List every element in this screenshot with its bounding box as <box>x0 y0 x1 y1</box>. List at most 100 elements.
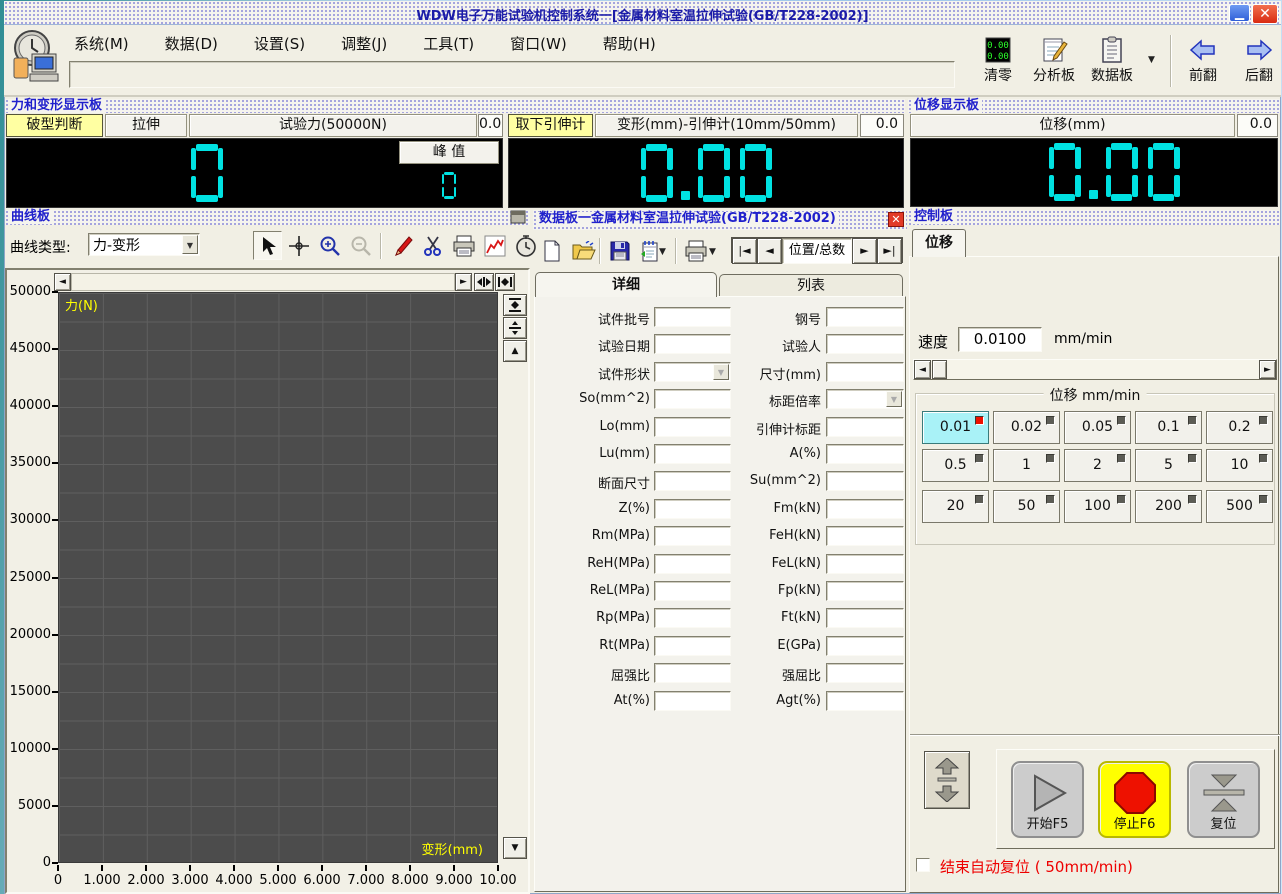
remove-extensometer-button[interactable]: 取下引伸计 <box>508 114 593 137</box>
vscroll-down-button[interactable]: ▼ <box>503 837 527 859</box>
speed-button-200[interactable]: 200 <box>1135 490 1202 523</box>
menu-item-2[interactable]: 数据(D) <box>165 33 218 54</box>
speed-button-0.05[interactable]: 0.05 <box>1064 411 1131 444</box>
speed-button-5[interactable]: 5 <box>1135 449 1202 482</box>
minimize-button[interactable]: ▁ <box>1229 4 1250 22</box>
zoom-in-tool-button[interactable] <box>315 231 344 260</box>
nav-last-button[interactable]: ►| <box>877 238 902 264</box>
field-input-row7-left[interactable] <box>654 471 731 491</box>
field-input-row1-left[interactable] <box>654 307 731 327</box>
fit-width-button[interactable] <box>474 273 494 291</box>
new-record-button[interactable] <box>537 236 566 265</box>
field-input-row11-left[interactable] <box>654 581 731 601</box>
field-input-row7-right[interactable] <box>826 471 904 491</box>
speed-button-0.5[interactable]: 0.5 <box>922 449 989 482</box>
field-input-row5-left[interactable] <box>654 417 731 437</box>
plot-area[interactable]: 力(N) 变形(mm) <box>58 292 498 863</box>
toolbar-data-board[interactable]: 数据板 <box>1084 36 1140 85</box>
field-input-row2-right[interactable] <box>826 334 904 354</box>
field-input-row14-left[interactable] <box>654 663 731 683</box>
print-curve-button[interactable] <box>449 231 478 260</box>
nav-first-button[interactable]: |◄ <box>732 238 757 264</box>
tab-displacement[interactable]: 位移 <box>912 229 966 257</box>
field-input-row15-left[interactable] <box>654 691 731 711</box>
field-input-row11-right[interactable] <box>826 581 904 601</box>
export-dropdown-icon[interactable]: ▼ <box>659 247 666 257</box>
toolbar-clear-zero[interactable]: 0.00 0.00 清零 <box>970 36 1026 85</box>
speed-button-0.2[interactable]: 0.2 <box>1206 411 1273 444</box>
print-report-button[interactable] <box>681 236 710 265</box>
tab-detail[interactable]: 详细 <box>535 272 717 297</box>
curve-chart-button[interactable] <box>480 231 509 260</box>
toolbar-analysis-board[interactable]: 分析板 <box>1026 36 1082 85</box>
vscroll-up-button[interactable]: ▲ <box>503 340 527 362</box>
nav-prev-button[interactable]: ◄ <box>757 238 782 264</box>
speed-button-10[interactable]: 10 <box>1206 449 1273 482</box>
hscroll-right-button[interactable]: ► <box>455 273 472 291</box>
field-input-row3-right[interactable] <box>826 362 904 382</box>
field-input-row6-right[interactable] <box>826 444 904 464</box>
hscroll-track[interactable] <box>71 273 455 291</box>
toolbar-next-page[interactable]: 后翻 <box>1236 36 1282 85</box>
menu-item-6[interactable]: 窗口(W) <box>510 33 567 54</box>
speed-button-0.1[interactable]: 0.1 <box>1135 411 1202 444</box>
speed-slider[interactable]: ◄ ► <box>913 359 1277 380</box>
toolbar-dropdown-icon[interactable]: ▼ <box>1148 55 1155 65</box>
combo-chevron-down-icon[interactable]: ▼ <box>713 364 729 380</box>
speed-button-500[interactable]: 500 <box>1206 490 1273 523</box>
auto-reset-checkbox[interactable] <box>916 858 930 872</box>
center-height-button[interactable] <box>503 317 527 339</box>
toolbar-prev-page[interactable]: 前翻 <box>1180 36 1226 85</box>
slider-thumb[interactable] <box>932 360 947 379</box>
slider-left-button[interactable]: ◄ <box>914 360 931 379</box>
open-file-button[interactable] <box>569 236 598 265</box>
field-input-row9-right[interactable] <box>826 526 904 546</box>
hscroll-left-button[interactable]: ◄ <box>54 273 71 291</box>
curve-type-select[interactable]: 力-变形 ▼ <box>88 233 200 256</box>
tensile-button[interactable]: 拉伸 <box>105 114 187 137</box>
zoom-out-tool-button[interactable] <box>346 231 375 260</box>
field-input-row8-left[interactable] <box>654 499 731 519</box>
speed-button-2[interactable]: 2 <box>1064 449 1131 482</box>
speed-button-20[interactable]: 20 <box>922 490 989 523</box>
speed-input[interactable]: 0.0100 <box>958 327 1042 352</box>
reset-button[interactable]: 复位 <box>1187 761 1260 838</box>
fit-height-button[interactable] <box>503 294 527 316</box>
field-input-row8-right[interactable] <box>826 499 904 519</box>
field-input-row4-left[interactable] <box>654 389 731 409</box>
data-panel-close-button[interactable]: ✕ <box>888 212 904 227</box>
nav-next-button[interactable]: ► <box>852 238 877 264</box>
field-input-row9-left[interactable] <box>654 526 731 546</box>
combo-chevron-down-icon[interactable]: ▼ <box>886 391 902 407</box>
speed-button-50[interactable]: 50 <box>993 490 1060 523</box>
speed-button-0.02[interactable]: 0.02 <box>993 411 1060 444</box>
restore-window-icon[interactable] <box>510 210 526 224</box>
field-input-row5-right[interactable] <box>826 417 904 437</box>
print-dropdown-icon[interactable]: ▼ <box>709 247 716 257</box>
cut-tool-button[interactable] <box>418 231 447 260</box>
field-input-row14-right[interactable] <box>826 663 904 683</box>
speed-button-100[interactable]: 100 <box>1064 490 1131 523</box>
field-input-row2-left[interactable] <box>654 334 731 354</box>
combo-chevron-down-icon[interactable]: ▼ <box>182 235 198 254</box>
field-input-row10-left[interactable] <box>654 554 731 574</box>
slider-right-button[interactable]: ► <box>1259 360 1276 379</box>
jog-button[interactable] <box>924 751 970 809</box>
tab-list[interactable]: 列表 <box>719 274 903 297</box>
stop-button[interactable]: 停止F6 <box>1098 761 1171 838</box>
menu-item-7[interactable]: 帮助(H) <box>603 33 656 54</box>
crosshair-tool-button[interactable] <box>284 231 313 260</box>
speed-button-0.01[interactable]: 0.01 <box>922 411 989 444</box>
menu-item-3[interactable]: 设置(S) <box>254 33 305 54</box>
field-input-row3-left[interactable]: ▼ <box>654 362 731 382</box>
expand-width-button[interactable] <box>495 273 515 291</box>
pen-tool-button[interactable] <box>387 231 416 260</box>
save-button[interactable] <box>605 236 634 265</box>
field-input-row12-right[interactable] <box>826 608 904 628</box>
field-input-row15-right[interactable] <box>826 691 904 711</box>
field-input-row13-left[interactable] <box>654 636 731 656</box>
field-input-row13-right[interactable] <box>826 636 904 656</box>
field-input-row4-right[interactable]: ▼ <box>826 389 904 409</box>
cursor-tool-button[interactable] <box>253 231 282 260</box>
menu-item-5[interactable]: 工具(T) <box>423 33 474 54</box>
